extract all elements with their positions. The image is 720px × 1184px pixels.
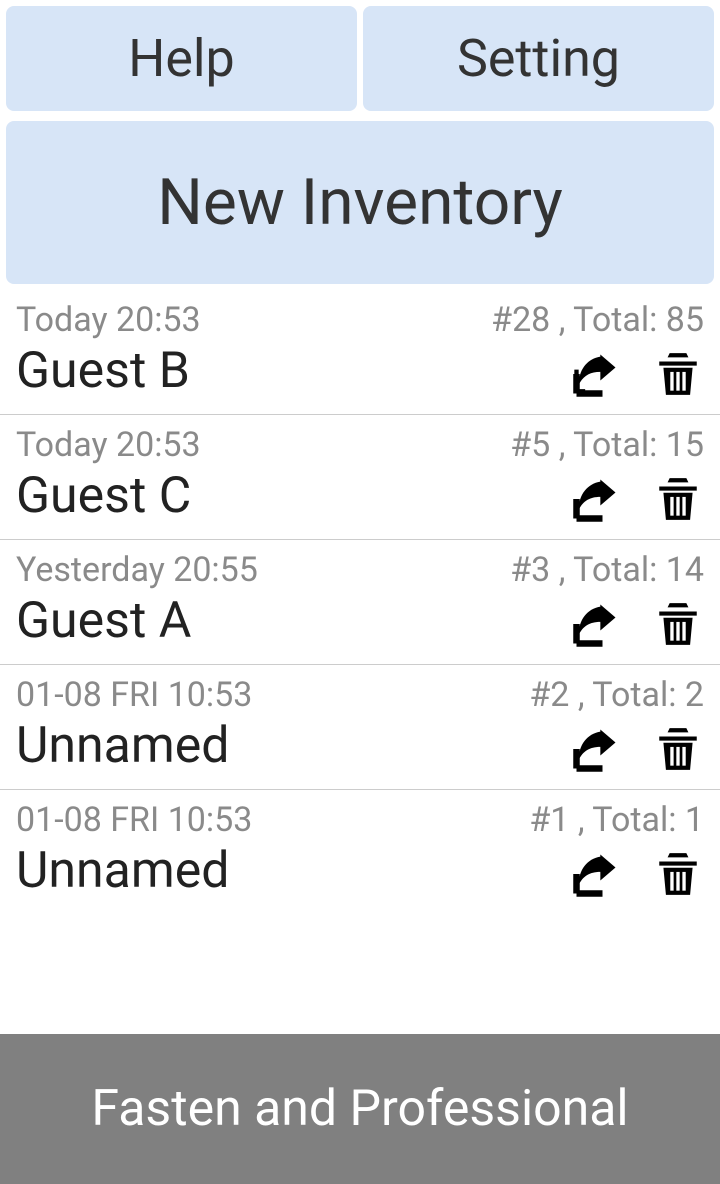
- item-datetime: Today 20:53: [16, 300, 201, 340]
- trash-icon[interactable]: [652, 723, 704, 775]
- trash-icon[interactable]: [652, 348, 704, 400]
- list-item[interactable]: Today 20:53 #5 , Total: 15 Guest C: [0, 414, 720, 539]
- item-summary: #3 , Total: 14: [510, 550, 704, 590]
- share-icon[interactable]: [570, 473, 622, 525]
- list-item[interactable]: 01-08 FRI 10:53 #2 , Total: 2 Unnamed: [0, 664, 720, 789]
- inventory-list: Today 20:53 #28 , Total: 85 Guest B Toda…: [0, 290, 720, 914]
- trash-icon[interactable]: [652, 598, 704, 650]
- bottom-banner[interactable]: Fasten and Professional: [0, 1034, 720, 1184]
- item-summary: #2 , Total: 2: [529, 675, 704, 715]
- banner-text: Fasten and Professional: [91, 1080, 628, 1138]
- item-name: Guest B: [16, 342, 190, 400]
- item-datetime: 01-08 FRI 10:53: [16, 675, 252, 715]
- item-datetime: 01-08 FRI 10:53: [16, 800, 252, 840]
- share-icon[interactable]: [570, 723, 622, 775]
- list-item[interactable]: Yesterday 20:55 #3 , Total: 14 Guest A: [0, 539, 720, 664]
- share-icon[interactable]: [570, 598, 622, 650]
- list-item[interactable]: Today 20:53 #28 , Total: 85 Guest B: [0, 290, 720, 414]
- help-button[interactable]: Help: [6, 6, 357, 111]
- item-datetime: Today 20:53: [16, 425, 201, 465]
- item-name: Guest C: [16, 467, 191, 525]
- item-summary: #28 , Total: 85: [491, 300, 704, 340]
- share-icon[interactable]: [570, 848, 622, 900]
- item-name: Unnamed: [16, 717, 229, 775]
- new-inventory-button[interactable]: New Inventory: [6, 121, 714, 284]
- trash-icon[interactable]: [652, 473, 704, 525]
- item-summary: #5 , Total: 15: [510, 425, 704, 465]
- setting-button[interactable]: Setting: [363, 6, 714, 111]
- item-datetime: Yesterday 20:55: [16, 550, 258, 590]
- item-name: Guest A: [16, 592, 191, 650]
- trash-icon[interactable]: [652, 848, 704, 900]
- item-name: Unnamed: [16, 842, 229, 900]
- share-icon[interactable]: [570, 348, 622, 400]
- list-item[interactable]: 01-08 FRI 10:53 #1 , Total: 1 Unnamed: [0, 789, 720, 914]
- item-summary: #1 , Total: 1: [529, 800, 704, 840]
